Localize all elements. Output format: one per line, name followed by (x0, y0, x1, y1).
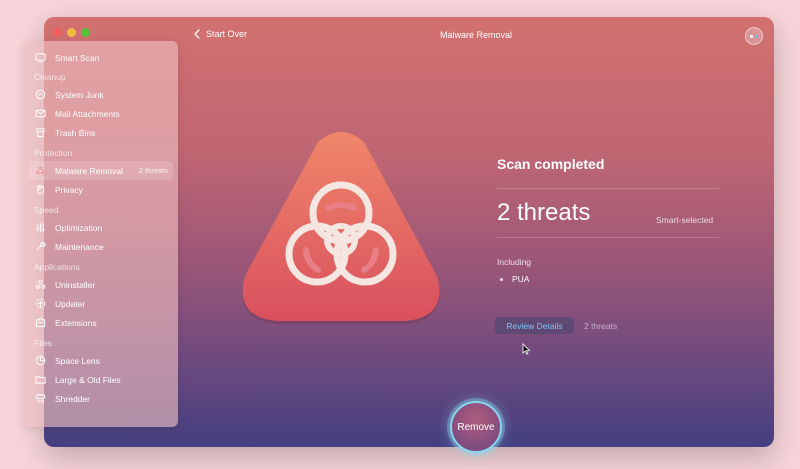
review-details-button[interactable]: Review Details (495, 317, 574, 334)
chevron-left-icon (194, 29, 200, 39)
sidebar-item-label: Optimization (55, 222, 103, 233)
sidebar-item-label: Uninstaller (55, 279, 96, 290)
uninstaller-icon (35, 279, 46, 290)
scan-completed-title: Scan completed (497, 156, 605, 172)
sidebar-section-cleanup: Cleanup (34, 72, 66, 82)
sidebar-item-system-junk[interactable]: System Junk (29, 85, 173, 104)
zoom-window-button[interactable] (81, 28, 90, 37)
divider (497, 237, 719, 238)
wrench-icon (35, 241, 46, 252)
sidebar-item-optimization[interactable]: Optimization (29, 218, 173, 237)
sidebar-item-label: Smart Scan (55, 52, 100, 63)
optimization-icon (35, 222, 46, 233)
system-junk-icon (35, 89, 46, 100)
sidebar-item-label: Mail Attachments (55, 108, 120, 119)
trash-icon (35, 127, 46, 138)
remove-button[interactable]: Remove (450, 401, 502, 453)
extensions-icon (35, 317, 46, 328)
start-over-button[interactable]: Start Over (193, 29, 247, 39)
sidebar-item-label: Trash Bins (55, 127, 96, 138)
minimize-window-button[interactable] (67, 28, 76, 37)
smart-scan-icon (35, 52, 46, 63)
sidebar-item-extensions[interactable]: Extensions (29, 313, 173, 332)
sidebar-section-speed: Speed (34, 205, 59, 215)
sidebar-item-label: Privacy (55, 184, 83, 195)
window-title: Malware Removal (440, 30, 513, 40)
sidebar-item-trash-bins[interactable]: Trash Bins (29, 123, 173, 142)
sidebar-item-label: Malware Removal (55, 165, 124, 176)
sidebar-item-updater[interactable]: Updater (29, 294, 173, 313)
sidebar-item-label: Space Lens (55, 355, 100, 366)
sidebar-item-malware-removal[interactable]: Malware Removal 2 threats (29, 161, 173, 180)
mouse-pointer-icon (522, 343, 531, 355)
sidebar-item-uninstaller[interactable]: Uninstaller (29, 275, 173, 294)
threat-count-badge: 2 threats (138, 166, 168, 175)
sidebar-item-label: Maintenance (55, 241, 104, 252)
sidebar-item-mail-attachments[interactable]: Mail Attachments (29, 104, 173, 123)
biohazard-icon (35, 165, 46, 176)
assistant-dot-icon (750, 34, 753, 38)
sidebar-item-large-old-files[interactable]: Large & Old Files (29, 370, 173, 389)
review-threat-count: 2 threats (584, 321, 618, 331)
close-window-button[interactable] (53, 28, 62, 37)
privacy-icon (35, 184, 46, 195)
mail-icon (35, 108, 46, 119)
malware-biohazard-badge-icon (242, 132, 440, 324)
assistant-dot-blue-icon (755, 34, 758, 38)
folder-icon (35, 374, 46, 385)
sidebar-item-label: Shredder (55, 393, 90, 404)
sidebar-item-label: Extensions (55, 317, 97, 328)
window-controls (53, 28, 90, 37)
sidebar-item-smart-scan[interactable]: Smart Scan (29, 48, 173, 67)
sidebar-item-shredder[interactable]: Shredder (29, 389, 173, 408)
sidebar-item-privacy[interactable]: Privacy (29, 180, 173, 199)
updater-icon (35, 298, 46, 309)
divider (497, 188, 719, 189)
threat-item-label: PUA (512, 274, 530, 284)
bullet-icon (500, 277, 503, 281)
shredder-icon (35, 393, 46, 404)
sidebar-section-files: Files (34, 338, 52, 348)
sidebar-section-protection: Protection (34, 148, 73, 158)
threat-count-value: 2 threats (497, 199, 591, 226)
sidebar-item-label: System Junk (55, 89, 104, 100)
including-label: Including (497, 257, 532, 267)
threat-item: PUA (497, 274, 529, 284)
selection-note: Smart-selected (656, 215, 714, 225)
sidebar-section-applications: Applications (34, 262, 80, 272)
sidebar: Smart Scan Cleanup System Junk Mail Atta… (24, 41, 178, 427)
assistant-button[interactable] (745, 27, 763, 45)
space-lens-icon (35, 355, 46, 366)
sidebar-item-label: Large & Old Files (55, 374, 121, 385)
sidebar-item-space-lens[interactable]: Space Lens (29, 351, 173, 370)
start-over-label: Start Over (206, 29, 248, 39)
sidebar-item-maintenance[interactable]: Maintenance (29, 237, 173, 256)
sidebar-item-label: Updater (55, 298, 86, 309)
